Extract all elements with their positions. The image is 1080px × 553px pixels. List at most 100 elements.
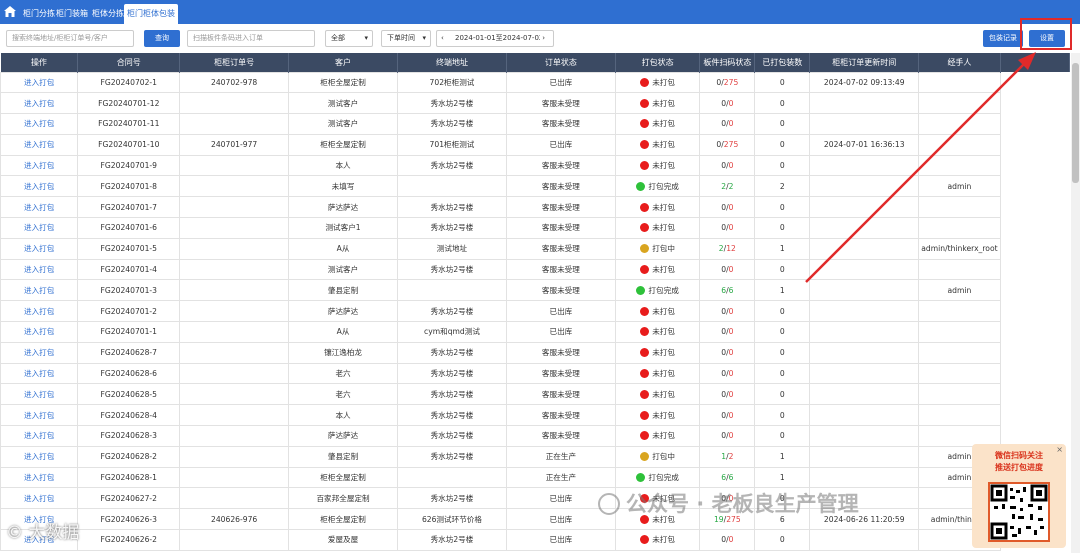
table-row: 进入打包 FG20240701-11 测试客户 秀水坊2号楼 客服未受理 未打包 0/0 0 (0, 113, 1070, 135)
enter-packing-link[interactable]: 进入打包 (0, 154, 79, 177)
table-row: 进入打包 FG20240701-7 萨达萨达 秀水坊2号楼 客服未受理 未打包 0/0 0 (0, 196, 1070, 219)
terminal-address-cell: 702柜柜测试 (397, 71, 507, 94)
vertical-scrollbar[interactable] (1071, 53, 1080, 553)
time-select-value: 下单时间 (387, 34, 415, 42)
customer-cell: 萨达萨达 (288, 196, 399, 219)
row-spacer (1000, 384, 1069, 405)
enter-packing-link[interactable]: 进入打包 (0, 404, 79, 427)
home-icon[interactable] (4, 6, 16, 17)
column-header: 已打包装数 (754, 53, 811, 72)
order-status-cell: 正在生产 (505, 466, 616, 489)
column-header-spacer (1000, 53, 1070, 72)
scan-status-cell: 0/0 (699, 196, 756, 219)
packed-count-cell: 0 (754, 300, 811, 323)
column-header: 柜柜订单更新时间 (809, 53, 920, 72)
cabinet-order-number-cell (179, 425, 290, 447)
order-status-cell: 客服未受理 (505, 341, 616, 364)
scan-total-count: 2 (728, 452, 734, 462)
enter-packing-link[interactable]: 进入打包 (0, 196, 79, 219)
cabinet-order-number-cell (179, 258, 290, 281)
packing-status-label: 未打包 (652, 140, 675, 150)
nav-tab-packing[interactable]: 柜门柜体包装 (124, 4, 178, 24)
customer-cell: 测试客户 (288, 92, 399, 115)
packing-status-cell: 未打包 (614, 217, 701, 239)
table-row: 进入打包 FG20240628-3 萨达萨达 秀水坊2号楼 客服未受理 未打包 0/0 0 (0, 425, 1070, 447)
terminal-address-cell: 秀水坊2号楼 (397, 113, 507, 135)
row-spacer (1000, 197, 1069, 218)
packing-status-cell: 未打包 (614, 529, 701, 551)
updated-time-cell (809, 362, 920, 385)
time-field-select[interactable]: 下单时间 ▾ (381, 30, 431, 47)
enter-packing-link[interactable]: 进入打包 (0, 279, 79, 302)
search-button[interactable]: 查询 (144, 30, 180, 47)
updated-time-cell (809, 341, 920, 364)
packing-status-cell: 打包完成 (614, 175, 701, 198)
enter-packing-link[interactable]: 进入打包 (0, 383, 79, 406)
status-dot-icon (640, 223, 650, 233)
enter-packing-link[interactable]: 进入打包 (0, 258, 79, 281)
enter-packing-link[interactable]: 进入打包 (0, 71, 79, 94)
terminal-address-cell (397, 175, 507, 198)
enter-packing-link[interactable]: 进入打包 (0, 92, 79, 115)
orders-table: 操作 合同号 柜柜订单号 客户 终端地址 订单状态 打包状态 板件扫码状态 已打包装数 柜柜订单更… (0, 53, 1070, 551)
packed-count-cell: 1 (754, 279, 811, 302)
packing-status-cell: 未打包 (614, 404, 701, 427)
enter-packing-link[interactable]: 进入打包 (0, 445, 79, 468)
column-header: 柜柜订单号 (179, 53, 290, 72)
chevron-left-icon[interactable]: ‹ (441, 31, 444, 46)
packing-status-cell: 未打包 (614, 71, 701, 94)
enter-packing-link[interactable]: 进入打包 (0, 237, 79, 260)
enter-packing-link[interactable]: 进入打包 (0, 362, 79, 385)
enter-packing-link[interactable]: 进入打包 (0, 341, 79, 364)
customer-cell: 柜柜全屋定制 (288, 133, 399, 156)
terminal-address-cell: 秀水坊2号楼 (397, 529, 507, 551)
cabinet-order-number-cell (179, 154, 290, 177)
order-status-cell: 客服未受理 (505, 175, 616, 198)
status-dot-icon (640, 202, 650, 212)
cabinet-order-number-cell: 240626-976 (179, 508, 290, 531)
terminal-address-cell: 秀水坊2号楼 (397, 258, 507, 281)
nav-tab-door-boxing[interactable]: 柜门装箱 (53, 4, 91, 24)
contract-number-cell: FG20240701-7 (77, 196, 181, 219)
contract-number-cell: FG20240701-9 (77, 154, 181, 177)
handler-cell (918, 133, 1001, 156)
enter-packing-link[interactable]: 进入打包 (0, 133, 79, 156)
scan-status-cell: 0/0 (699, 154, 756, 177)
status-select[interactable]: 全部 ▾ (325, 30, 373, 47)
scan-barcode-input[interactable]: 扫描板件条码进入订单 (187, 30, 315, 47)
terminal-address-cell: 626测试环节价格 (397, 508, 507, 531)
packed-count-cell: 0 (754, 133, 811, 156)
enter-packing-link[interactable]: 进入打包 (0, 321, 79, 343)
packing-records-button[interactable]: 包装记录 (983, 30, 1023, 47)
enter-packing-link[interactable]: 进入打包 (0, 175, 79, 198)
search-input[interactable]: 搜索终端地址/柜柜订单号/客户 (6, 30, 134, 47)
status-dot-icon (636, 285, 646, 295)
packing-status-label: 打包完成 (648, 181, 679, 191)
enter-packing-link[interactable]: 进入打包 (0, 487, 79, 510)
enter-packing-link[interactable]: 进入打包 (0, 113, 79, 135)
cabinet-order-number-cell (179, 383, 290, 406)
status-dot-icon (640, 140, 650, 150)
packing-status-cell: 未打包 (614, 383, 701, 406)
table-row: 进入打包 FG20240626-3 240626-976 柜柜全屋定制 626测试环节价… (0, 508, 1070, 531)
packing-status-label: 打包完成 (648, 285, 679, 295)
nav-tab-cabinet-sorting[interactable]: 柜体分拣 (89, 4, 127, 24)
status-dot-icon (640, 369, 650, 379)
contract-number-cell: FG20240626-3 (77, 508, 181, 531)
customer-cell: 爱屋及屋 (288, 529, 399, 551)
updated-time-cell (809, 445, 920, 468)
scan-total-count: 0 (728, 202, 734, 212)
chevron-right-icon[interactable]: › (540, 31, 545, 46)
enter-packing-link[interactable]: 进入打包 (0, 466, 79, 489)
order-status-cell: 客服未受理 (505, 154, 616, 177)
status-dot-icon (640, 98, 650, 108)
enter-packing-link[interactable]: 进入打包 (0, 300, 79, 323)
table-row: 进入打包 FG20240701-3 肇县定制 客服未受理 打包完成 6/6 1 admin (0, 279, 1070, 302)
handler-cell: admin/thinkerx_root (918, 237, 1001, 260)
enter-packing-link[interactable]: 进入打包 (0, 425, 79, 447)
cabinet-order-number-cell (179, 92, 290, 115)
scrollbar-thumb[interactable] (1072, 63, 1079, 183)
enter-packing-link[interactable]: 进入打包 (0, 217, 79, 239)
packed-count-cell: 0 (754, 362, 811, 385)
date-range-picker[interactable]: ‹ 2024-01-01至2024-07-02 › (436, 30, 554, 47)
